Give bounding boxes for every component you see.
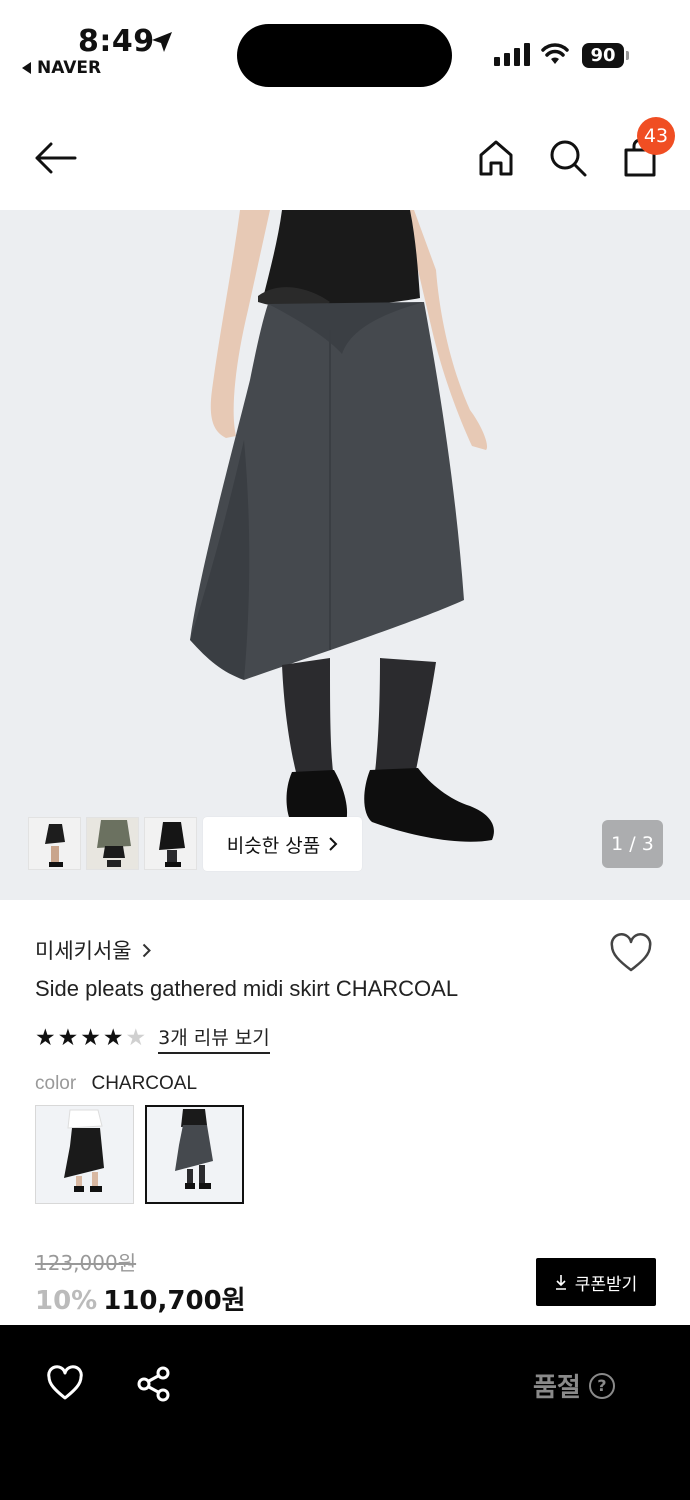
star-icon: ★ bbox=[80, 1025, 101, 1051]
thumbnail-2-illustration bbox=[87, 818, 138, 869]
star-icon: ★ bbox=[57, 1025, 79, 1051]
location-arrow-icon bbox=[152, 32, 172, 52]
search-button[interactable] bbox=[546, 136, 590, 180]
heart-outline-icon bbox=[610, 933, 652, 972]
thumbnail-image-2[interactable] bbox=[86, 817, 139, 870]
rating-row: ★ ★ ★ ★ ★ 3개 리뷰 보기 bbox=[35, 1023, 270, 1054]
thumbnail-1-illustration bbox=[29, 818, 80, 869]
color-swatch-black[interactable] bbox=[35, 1105, 134, 1204]
search-icon bbox=[550, 140, 587, 177]
coupon-label: 쿠폰받기 bbox=[574, 1274, 638, 1295]
wifi-icon bbox=[541, 43, 569, 64]
chevron-right-icon bbox=[142, 943, 151, 957]
swatch-black-illustration bbox=[36, 1106, 133, 1203]
cart-count-badge: 43 bbox=[637, 117, 675, 155]
color-label: color bbox=[35, 1073, 77, 1094]
status-bar: 8:49 NAVER 90 bbox=[0, 0, 690, 100]
heart-outline-icon bbox=[47, 1365, 83, 1400]
back-triangle-icon bbox=[22, 62, 31, 74]
brand-name: 미세키서울 bbox=[35, 939, 132, 963]
thumbnail-strip bbox=[28, 817, 197, 870]
star-icon: ★ bbox=[35, 1025, 56, 1051]
discount-rate: 10% bbox=[35, 1286, 98, 1316]
bottom-action-bar: 품절 ? bbox=[0, 1325, 690, 1500]
brand-link[interactable]: 미세키서울 bbox=[35, 935, 151, 965]
help-icon[interactable]: ? bbox=[588, 1372, 615, 1399]
color-swatch-charcoal[interactable] bbox=[145, 1105, 244, 1204]
coupon-download-button[interactable]: 쿠폰받기 bbox=[536, 1258, 656, 1306]
back-app-label: NAVER bbox=[37, 58, 102, 78]
bottom-wishlist-button[interactable] bbox=[46, 1365, 84, 1405]
image-page-indicator: 1 / 3 bbox=[602, 820, 663, 868]
dynamic-island bbox=[237, 24, 452, 87]
price-row: 10% 110,700원 bbox=[35, 1280, 246, 1317]
thumbnail-3-illustration bbox=[145, 818, 196, 869]
product-title: Side pleats gathered midi skirt CHARCOAL bbox=[35, 976, 459, 1001]
color-value: CHARCOAL bbox=[91, 1073, 198, 1094]
sold-out-status: 품절 ? bbox=[533, 1367, 615, 1404]
similar-products-button[interactable]: 비슷한 상품 bbox=[203, 817, 362, 871]
sold-out-label: 품절 bbox=[533, 1373, 581, 1403]
chevron-right-icon bbox=[329, 837, 338, 851]
view-reviews-link[interactable]: 3개 리뷰 보기 bbox=[158, 1023, 270, 1054]
color-swatches bbox=[35, 1105, 244, 1204]
cellular-signal-icon bbox=[494, 43, 530, 66]
sale-price: 110,700원 bbox=[103, 1286, 246, 1316]
battery-indicator: 90 bbox=[582, 43, 624, 68]
star-icon: ★ bbox=[102, 1025, 124, 1051]
thumbnail-image-3[interactable] bbox=[144, 817, 197, 870]
swatch-charcoal-illustration bbox=[147, 1107, 242, 1202]
home-icon bbox=[479, 140, 513, 176]
star-empty-icon: ★ bbox=[125, 1025, 147, 1051]
product-photo-illustration bbox=[0, 210, 690, 900]
home-button[interactable] bbox=[476, 136, 516, 180]
color-option-row: color CHARCOAL bbox=[35, 1073, 197, 1095]
share-button[interactable] bbox=[135, 1365, 173, 1407]
share-icon bbox=[137, 1366, 170, 1402]
top-nav bbox=[0, 100, 690, 210]
product-image[interactable] bbox=[0, 210, 690, 900]
status-time: 8:49 bbox=[78, 24, 155, 59]
original-price: 123,000원 bbox=[35, 1251, 137, 1275]
wishlist-button[interactable] bbox=[609, 933, 653, 977]
similar-products-label: 비슷한 상품 bbox=[226, 834, 321, 857]
back-arrow-icon bbox=[35, 142, 77, 174]
back-to-app-link[interactable]: NAVER bbox=[22, 58, 101, 78]
thumbnail-image-1[interactable] bbox=[28, 817, 81, 870]
back-button[interactable] bbox=[30, 138, 80, 178]
battery-nub bbox=[626, 51, 629, 60]
download-icon bbox=[555, 1275, 566, 1290]
